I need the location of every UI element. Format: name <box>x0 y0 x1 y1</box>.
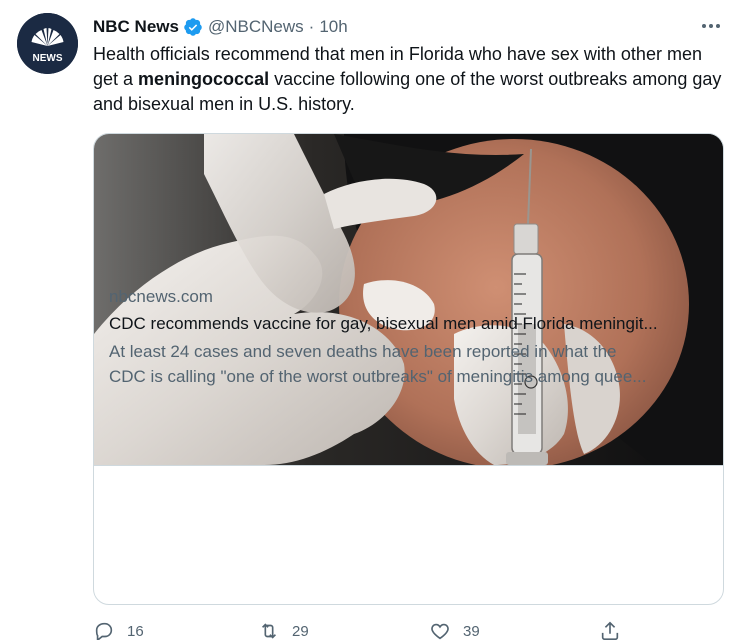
more-options-icon[interactable] <box>696 16 726 36</box>
reply-button[interactable]: 16 <box>93 620 144 640</box>
separator-dot: · <box>308 17 315 36</box>
author-name[interactable]: NBC News <box>93 17 179 37</box>
verified-badge-icon <box>183 17 203 37</box>
like-count: 39 <box>463 622 480 640</box>
retweet-button[interactable]: 29 <box>258 620 309 640</box>
tweet[interactable]: NEWS NBC News @NBCNews · 10h Health offi… <box>0 0 751 640</box>
card-description-line1: At least 24 cases and seven deaths have … <box>109 342 617 361</box>
link-card[interactable]: nbcnews.com CDC recommends vaccine for g… <box>93 133 724 605</box>
card-description-line2: CDC is calling "one of the worst outbrea… <box>109 367 647 386</box>
reply-count: 16 <box>127 622 144 640</box>
like-button[interactable]: 39 <box>429 620 480 640</box>
nbc-peacock-logo: NEWS <box>17 13 78 74</box>
author-avatar[interactable]: NEWS <box>17 13 78 74</box>
share-button[interactable] <box>599 620 621 640</box>
retweet-count: 29 <box>292 622 309 640</box>
card-title[interactable]: CDC recommends vaccine for gay, bisexual… <box>109 314 709 334</box>
tweet-actions: 16 29 39 <box>93 620 633 640</box>
tweet-text-bold: meningococcal <box>138 69 270 89</box>
share-icon <box>601 621 619 640</box>
retweet-icon <box>261 623 277 639</box>
tweet-text: Health officials recommend that men in F… <box>93 42 723 117</box>
like-icon <box>431 623 449 640</box>
tweet-header: NBC News @NBCNews · 10h <box>93 16 348 38</box>
reply-icon <box>95 622 113 640</box>
avatar-text: NEWS <box>33 53 63 64</box>
card-domain: nbcnews.com <box>109 287 213 306</box>
tweet-timestamp[interactable]: 10h <box>319 17 347 37</box>
author-handle[interactable]: @NBCNews <box>208 17 304 37</box>
card-meta <box>94 465 723 604</box>
